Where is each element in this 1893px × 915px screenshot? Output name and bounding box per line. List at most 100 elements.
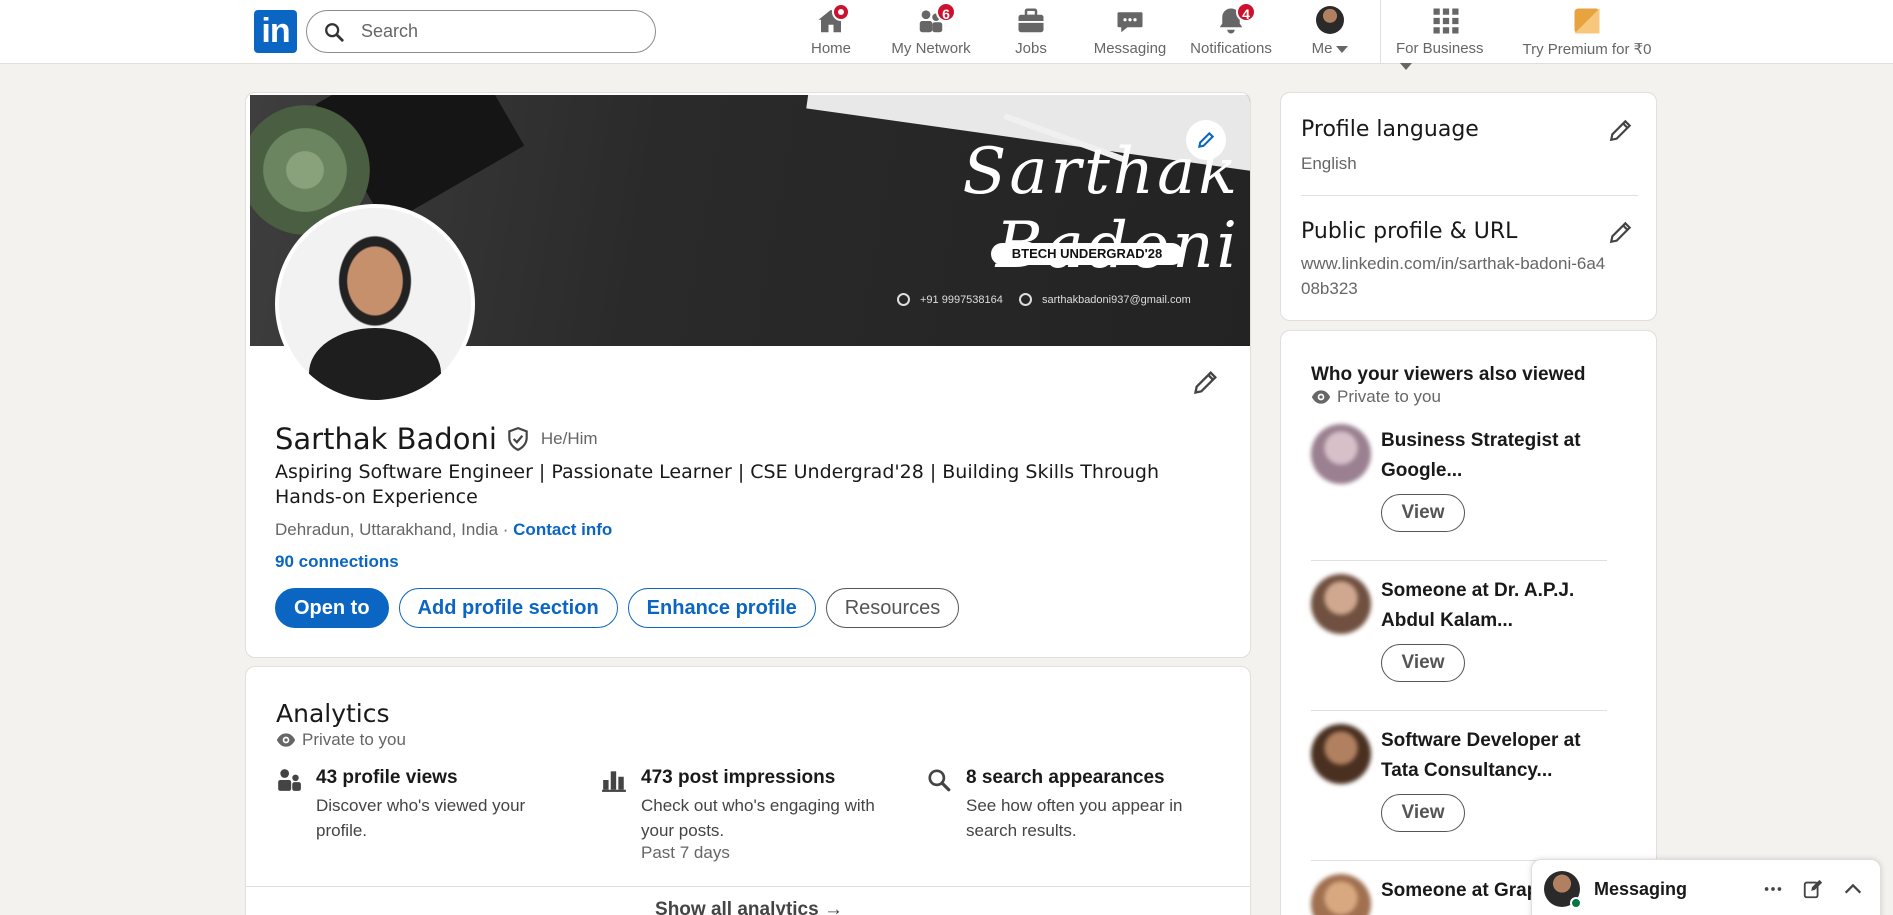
viewer-item: Someone at Dr. A.P.J. Abdul Kalam... Vie… — [1311, 574, 1631, 714]
open-to-button[interactable]: Open to — [275, 588, 389, 628]
profile-language-title: Profile language — [1301, 117, 1479, 142]
public-url-value[interactable]: www.linkedin.com/in/sarthak-badoni-6a408… — [1301, 251, 1611, 301]
view-button[interactable]: View — [1381, 494, 1465, 532]
notifications-badge: 4 — [1236, 2, 1256, 22]
nav-divider — [1380, 0, 1381, 64]
nav-jobs[interactable]: Jobs — [1013, 4, 1049, 60]
location-text: Dehradun, Uttarakhand, India — [275, 520, 499, 539]
nav-notifications-label: Notifications — [1190, 40, 1272, 57]
banner-pill: BTECH UNDERGRAD'28 — [991, 243, 1183, 265]
profile-settings-card: Profile language English Public profile … — [1280, 92, 1657, 321]
analytics-card: Analytics Private to you 43 profile view… — [245, 666, 1251, 915]
resources-button[interactable]: Resources — [825, 588, 960, 628]
location-separator: · — [498, 520, 514, 539]
home-notification-dot — [832, 3, 850, 21]
location-line: Dehradun, Uttarakhand, India · Contact i… — [275, 520, 612, 540]
viewer-avatar[interactable] — [1311, 724, 1371, 784]
connections-link[interactable]: 90 connections — [275, 552, 399, 572]
analytics-private-text: Private to you — [302, 730, 406, 749]
viewers-private: Private to you — [1311, 387, 1441, 407]
profile-name: Sarthak Badoni — [275, 422, 497, 456]
messaging-avatar — [1544, 871, 1582, 909]
grid-icon — [1433, 8, 1459, 34]
nav-home[interactable]: Home — [808, 3, 854, 60]
edit-url-button[interactable] — [1608, 219, 1634, 245]
rail-divider — [1301, 195, 1638, 196]
nav-me[interactable]: Me — [1310, 4, 1350, 60]
chevron-down-icon — [1400, 62, 1412, 70]
view-button[interactable]: View — [1381, 794, 1465, 832]
profile-actions: Open to Add profile section Enhance prof… — [275, 588, 960, 628]
edit-intro-button[interactable] — [1192, 368, 1220, 396]
banner-email-text: sarthakbadoni937@gmail.com — [1042, 293, 1191, 306]
stat-sub: Past 7 days — [641, 843, 730, 862]
chevron-down-icon — [1336, 45, 1349, 53]
search-box[interactable] — [306, 10, 656, 53]
edit-banner-button[interactable] — [1186, 120, 1226, 160]
linkedin-logo[interactable]: in — [254, 10, 297, 53]
stat-desc: Discover who's viewed your profile. — [316, 796, 526, 840]
stat-profile-views[interactable]: 43 profile views Discover who's viewed y… — [276, 767, 576, 843]
viewer-item: Software Developer at Tata Consultancy..… — [1311, 724, 1631, 864]
bar-chart-icon — [602, 771, 626, 792]
contact-info-link[interactable]: Contact info — [513, 520, 612, 539]
viewer-divider — [1311, 560, 1607, 561]
nav-my-network-label: My Network — [891, 40, 971, 57]
analytics-title: Analytics — [276, 699, 390, 728]
view-button[interactable]: View — [1381, 644, 1465, 682]
chat-icon — [1117, 12, 1143, 33]
stat-title[interactable]: 43 profile views — [316, 767, 576, 789]
pronouns: He/Him — [540, 429, 598, 448]
analytics-private: Private to you — [276, 730, 406, 750]
viewer-avatar[interactable] — [1311, 574, 1371, 634]
name-row: Sarthak Badoni He/Him — [275, 422, 598, 456]
stat-desc: See how often you appear in search resul… — [966, 796, 1183, 840]
stat-title[interactable]: 473 post impressions — [641, 767, 901, 789]
stat-desc: Check out who's engaging with your posts… — [641, 796, 875, 840]
global-nav: in Home 6 My Network Jobs Messaging 4 — [0, 0, 1893, 70]
eye-icon — [1311, 390, 1331, 404]
verified-shield-icon[interactable] — [505, 426, 531, 452]
more-options-icon[interactable] — [1760, 876, 1786, 902]
viewers-also-viewed-card: Who your viewers also viewed Private to … — [1280, 330, 1657, 915]
nav-try-premium[interactable]: Try Premium for ₹0 — [1522, 4, 1652, 60]
stat-search-appearances[interactable]: 8 search appearances See how often you a… — [926, 767, 1226, 843]
banner-phone: +91 9997538164 — [897, 293, 1003, 306]
people-icon — [278, 769, 301, 791]
compose-icon[interactable] — [1800, 876, 1826, 902]
nav-notifications[interactable]: 4 Notifications — [1189, 2, 1273, 60]
briefcase-icon — [1018, 8, 1044, 33]
messaging-overlay[interactable]: Messaging — [1531, 859, 1881, 915]
nav-messaging-label: Messaging — [1093, 40, 1167, 57]
nav-jobs-label: Jobs — [1015, 40, 1047, 57]
viewer-name[interactable]: Software Developer at Tata Consultancy..… — [1381, 726, 1621, 786]
search-icon — [325, 22, 344, 42]
premium-icon — [1574, 8, 1600, 34]
stat-post-impressions[interactable]: 473 post impressions Check out who's eng… — [601, 767, 901, 863]
edit-language-button[interactable] — [1608, 117, 1634, 143]
profile-photo[interactable] — [275, 204, 475, 404]
public-url-title: Public profile & URL — [1301, 219, 1518, 244]
search-input[interactable] — [361, 21, 641, 42]
stat-title[interactable]: 8 search appearances — [966, 767, 1226, 789]
viewer-name[interactable]: Business Strategist at Google... — [1381, 426, 1621, 486]
nav-messaging[interactable]: Messaging — [1093, 4, 1167, 60]
chevron-up-icon[interactable] — [1840, 876, 1866, 902]
show-all-analytics-link[interactable]: Show all analytics → — [246, 899, 1250, 915]
viewer-avatar[interactable] — [1311, 874, 1371, 915]
banner-email: sarthakbadoni937@gmail.com — [1019, 293, 1191, 306]
nav-my-network[interactable]: 6 My Network — [890, 2, 972, 60]
add-profile-section-button[interactable]: Add profile section — [398, 588, 618, 628]
analytics-divider — [246, 886, 1250, 887]
mail-icon — [1019, 293, 1032, 306]
network-badge: 6 — [936, 2, 956, 22]
nav-for-business[interactable]: For Business — [1396, 4, 1496, 70]
messaging-label[interactable]: Messaging — [1594, 879, 1760, 900]
nav-me-label: Me — [1311, 40, 1333, 57]
enhance-profile-button[interactable]: Enhance profile — [627, 588, 816, 628]
phone-icon — [897, 293, 910, 306]
viewer-avatar[interactable] — [1311, 424, 1371, 484]
nav-for-business-label: For Business — [1396, 40, 1484, 57]
viewer-name[interactable]: Someone at Dr. A.P.J. Abdul Kalam... — [1381, 576, 1621, 636]
viewer-item: Business Strategist at Google... View — [1311, 424, 1631, 564]
